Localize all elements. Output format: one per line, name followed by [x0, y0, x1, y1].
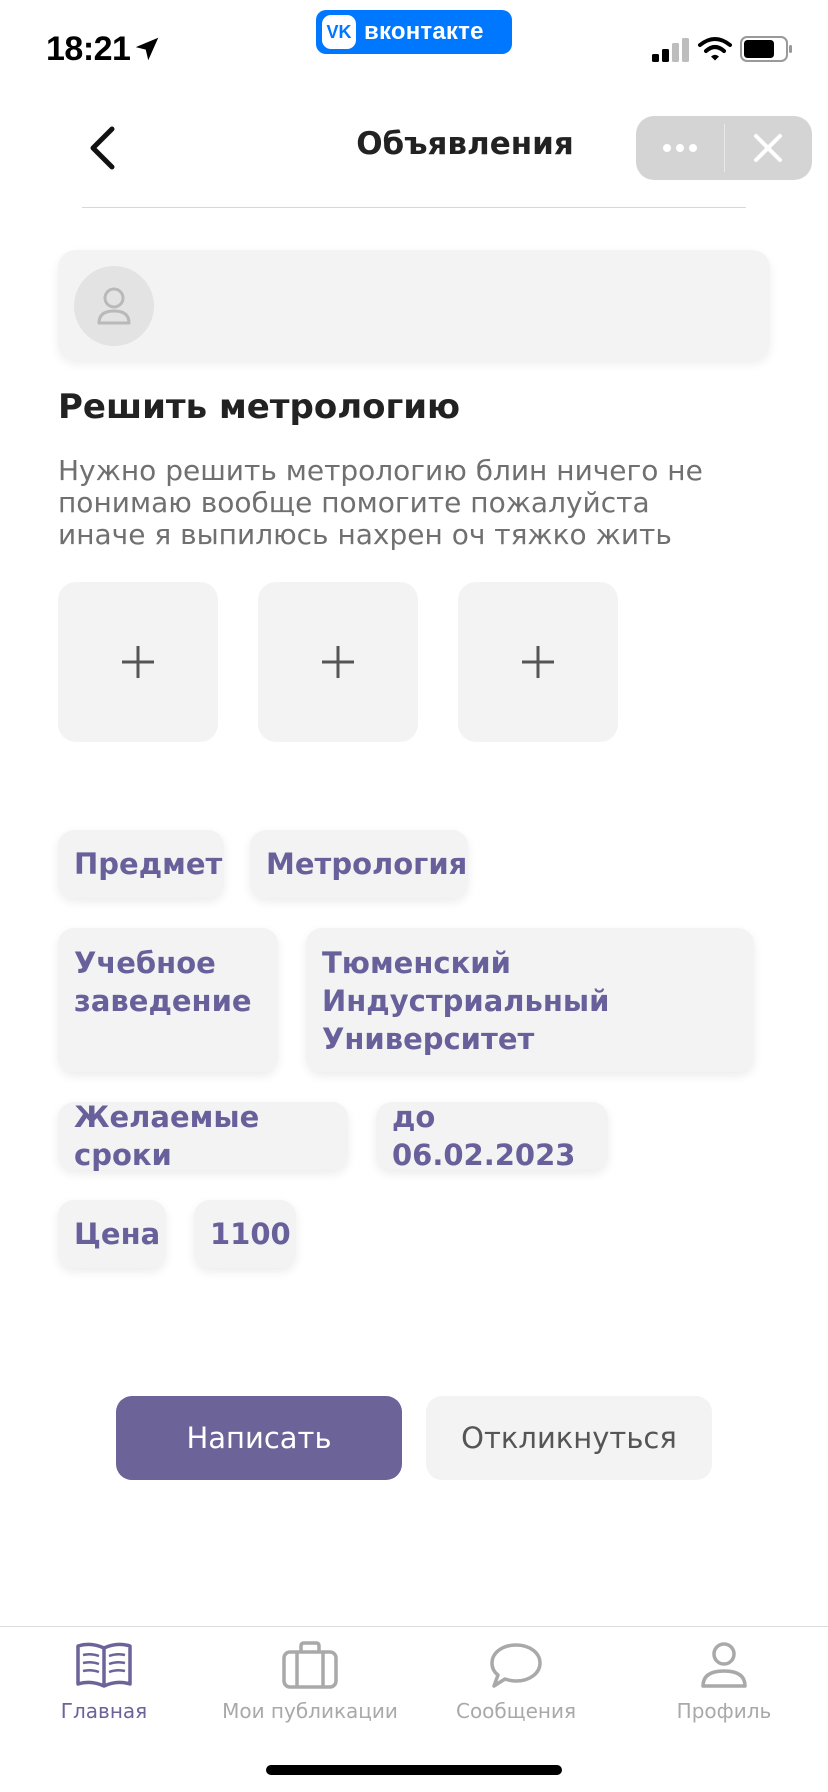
user-icon	[694, 1639, 754, 1691]
battery-icon	[740, 36, 792, 62]
vk-badge[interactable]: VK вконтакте	[316, 10, 512, 54]
wifi-icon	[698, 37, 732, 61]
briefcase-icon	[280, 1639, 340, 1691]
deadline-value-tag: до 06.02.2023	[376, 1100, 608, 1172]
chat-bubble-icon	[486, 1639, 546, 1691]
header: Объявления	[0, 100, 828, 210]
book-icon	[74, 1639, 134, 1691]
tab-my-publications[interactable]: Мои публикации	[220, 1627, 400, 1737]
author-card[interactable]	[58, 250, 770, 360]
add-photo-button-1[interactable]	[58, 582, 218, 742]
more-button[interactable]	[636, 116, 724, 180]
status-time: 18:21	[46, 30, 131, 68]
deadline-label-tag: Желаемые сроки	[58, 1100, 348, 1172]
plus-icon	[122, 646, 154, 678]
subject-value-tag: Метрология	[250, 830, 468, 898]
page-title: Объявления	[356, 126, 574, 162]
institution-value-tag: Тюменский Индустриальный Университет	[306, 928, 754, 1072]
price-value-tag: 1100	[194, 1200, 296, 1268]
tab-profile[interactable]: Профиль	[644, 1627, 804, 1737]
post-description: Нужно решить метрологию блин ничего не п…	[58, 454, 703, 551]
plus-icon	[522, 646, 554, 678]
subject-label-tag: Предмет	[58, 830, 224, 898]
respond-button[interactable]: Откликнуться	[426, 1396, 712, 1480]
location-arrow-icon	[135, 37, 159, 61]
tab-home-label: Главная	[60, 1699, 148, 1723]
tab-profile-label: Профиль	[676, 1699, 772, 1723]
close-icon	[754, 134, 783, 162]
institution-label-tag: Учебное заведение	[58, 928, 278, 1072]
back-button[interactable]	[80, 120, 124, 176]
vk-logo: VK	[322, 15, 356, 49]
tab-messages[interactable]: Сообщения	[436, 1627, 596, 1737]
add-photo-button-3[interactable]	[458, 582, 618, 742]
plus-icon	[322, 646, 354, 678]
close-button[interactable]	[725, 116, 813, 180]
chevron-left-icon	[90, 126, 115, 170]
user-placeholder-icon	[97, 287, 131, 325]
avatar	[74, 266, 154, 346]
mini-app-capsule	[636, 116, 812, 180]
cellular-signal-icon	[652, 38, 689, 62]
vk-label: вконтакте	[364, 18, 484, 45]
tab-my-publications-label: Мои публикации	[222, 1699, 398, 1723]
home-indicator	[266, 1765, 562, 1775]
add-photo-button-2[interactable]	[258, 582, 418, 742]
more-dots-icon	[662, 144, 697, 152]
write-button[interactable]: Написать	[116, 1396, 402, 1480]
price-label-tag: Цена	[58, 1200, 166, 1268]
header-divider	[82, 207, 746, 208]
post-title: Решить метрологию	[58, 387, 461, 427]
status-bar: 18:21 VK вконтакте	[0, 0, 828, 100]
tab-messages-label: Сообщения	[455, 1699, 577, 1723]
tab-home[interactable]: Главная	[24, 1627, 184, 1737]
